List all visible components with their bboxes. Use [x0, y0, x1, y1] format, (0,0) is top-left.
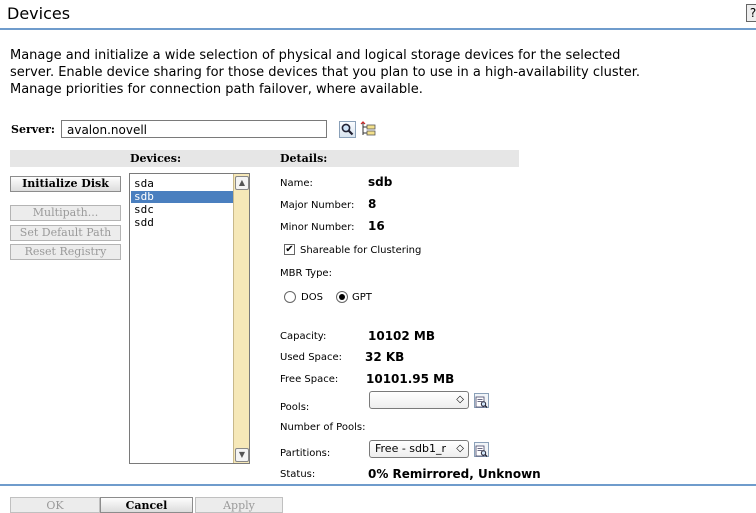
list-magnifier-icon: [475, 396, 488, 408]
mbr-dos-radio[interactable]: [284, 291, 296, 303]
tree-browse-icon: [360, 121, 376, 136]
free-space-label: Free Space:: [280, 374, 339, 385]
pools-details-button[interactable]: [474, 393, 489, 408]
server-browse-button[interactable]: [360, 121, 377, 138]
device-item-sdd[interactable]: sdd: [133, 217, 235, 229]
devices-scrollbar[interactable]: ▲ ▼: [233, 174, 249, 463]
select-spin-icon: ◇: [456, 443, 464, 454]
device-item-sdb[interactable]: sdb: [131, 191, 235, 203]
reset-registry-button[interactable]: Reset Registry: [10, 244, 121, 260]
page-title: Devices: [7, 4, 71, 23]
used-space-label: Used Space:: [280, 352, 343, 363]
server-input[interactable]: avalon.novell: [61, 120, 327, 138]
name-value: sdb: [368, 175, 393, 189]
device-item-sda[interactable]: sda: [133, 178, 235, 190]
minor-number-label: Minor Number:: [280, 222, 355, 233]
capacity-label: Capacity:: [280, 331, 327, 342]
magnifier-icon: [341, 123, 354, 136]
page-description: Manage and initialize a wide selection o…: [10, 47, 660, 98]
free-space-value: 10101.95 MB: [366, 372, 455, 386]
server-label: Server:: [11, 123, 55, 136]
capacity-value: 10102 MB: [368, 329, 436, 343]
pools-label: Pools:: [280, 402, 310, 413]
list-magnifier-icon: [475, 445, 488, 457]
description-line: server. Enable device sharing for those …: [10, 65, 641, 80]
mbr-gpt-radio[interactable]: [336, 291, 348, 303]
devices-header: Devices:: [130, 152, 182, 165]
description-line: Manage and initialize a wide selection o…: [10, 48, 621, 63]
status-label: Status:: [280, 469, 316, 480]
shareable-checkbox[interactable]: ✔: [284, 244, 295, 255]
shareable-label: Shareable for Clustering: [300, 245, 422, 256]
major-number-label: Major Number:: [280, 200, 355, 211]
name-label: Name:: [280, 178, 313, 189]
partitions-details-button[interactable]: [474, 442, 489, 457]
scroll-up-icon[interactable]: ▲: [235, 176, 249, 190]
help-button[interactable]: ?: [746, 4, 756, 22]
mbr-dos-label: DOS: [301, 292, 323, 303]
details-header: Details:: [280, 152, 328, 165]
status-value: 0% Remirrored, Unknown: [368, 467, 541, 481]
ok-button[interactable]: OK: [10, 497, 100, 513]
description-line: Manage priorities for connection path fa…: [10, 82, 423, 97]
devices-list[interactable]: sda sdb sdc sdd ▲ ▼: [129, 173, 250, 464]
device-item-sdc[interactable]: sdc: [133, 204, 235, 216]
used-space-value: 32 KB: [365, 350, 405, 364]
partitions-select[interactable]: Free - sdb1_r ◇: [369, 440, 469, 458]
set-default-path-button[interactable]: Set Default Path: [10, 225, 121, 241]
multipath-button[interactable]: Multipath...: [10, 205, 121, 221]
scroll-down-icon[interactable]: ▼: [235, 448, 249, 462]
pools-select[interactable]: ◇: [369, 391, 469, 409]
initialize-disk-button[interactable]: Initialize Disk: [10, 176, 121, 192]
apply-button[interactable]: Apply: [195, 497, 283, 513]
columns-header: [10, 150, 519, 167]
partitions-label: Partitions:: [280, 448, 331, 459]
footer-divider: [0, 484, 756, 486]
partitions-select-value: Free - sdb1_r: [375, 442, 447, 455]
header-divider: [0, 28, 756, 30]
mbr-gpt-label: GPT: [352, 292, 372, 303]
mbr-type-label: MBR Type:: [280, 268, 332, 279]
cancel-button[interactable]: Cancel: [100, 497, 193, 513]
number-of-pools-label: Number of Pools:: [280, 422, 366, 433]
select-spin-icon: ◇: [456, 394, 464, 405]
major-number-value: 8: [368, 197, 377, 211]
server-search-button[interactable]: [339, 121, 356, 138]
minor-number-value: 16: [368, 219, 385, 233]
